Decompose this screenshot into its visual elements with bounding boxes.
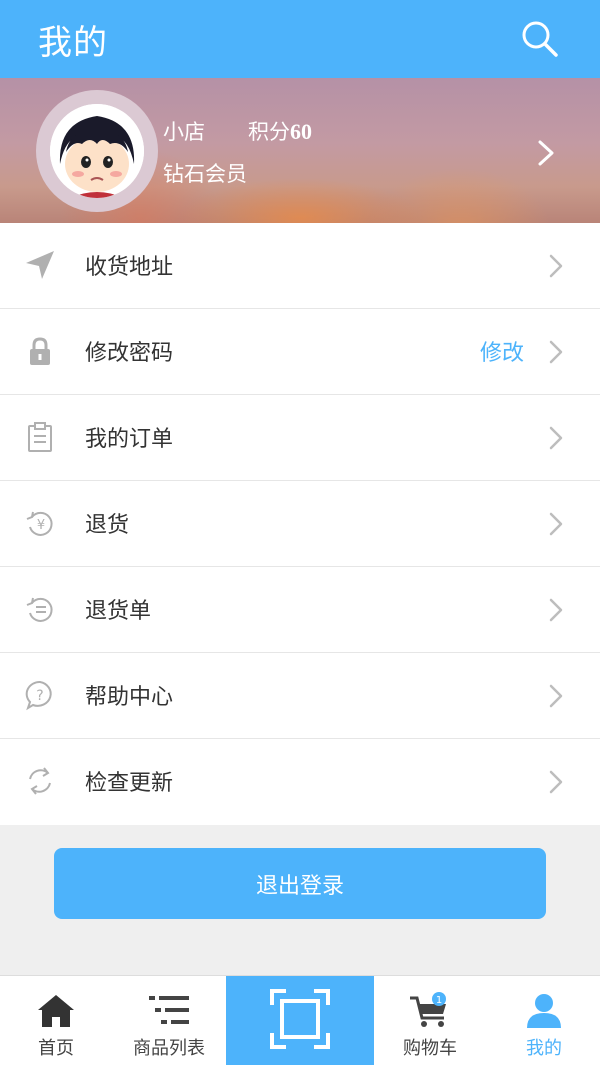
scan-icon	[268, 987, 332, 1055]
refund-yen-icon: ¥	[24, 507, 56, 539]
menu-item-label: 退货单	[85, 599, 152, 624]
location-arrow-icon	[24, 249, 56, 281]
avatar	[36, 90, 158, 212]
list-icon	[147, 992, 191, 1030]
top-bar: 我的	[0, 0, 600, 78]
tab-label: 我的	[526, 1038, 562, 1059]
menu-item-shipping-address[interactable]: 收货地址	[0, 223, 600, 309]
cartoon-girl-avatar	[50, 104, 144, 198]
chevron-right-icon	[546, 509, 566, 539]
tab-product-list[interactable]: 商品列表	[124, 976, 214, 1065]
settings-menu: 收货地址 修改密码 修改 我的订单 ¥ 退货 退货单 ? 帮助中心 检查更新	[0, 223, 600, 825]
user-icon	[522, 992, 566, 1030]
lock-icon	[24, 335, 56, 367]
menu-item-label: 检查更新	[85, 771, 174, 796]
menu-item-return[interactable]: ¥ 退货	[0, 481, 600, 567]
bottom-tab-bar: 首页 商品列表 1 购物车 我的	[0, 975, 600, 1065]
menu-item-label: 我的订单	[85, 427, 174, 452]
points-label: 积分	[248, 120, 290, 144]
change-password-link[interactable]: 修改	[480, 335, 524, 367]
chevron-right-icon	[546, 423, 566, 453]
chevron-right-icon	[534, 138, 558, 168]
tab-home[interactable]: 首页	[16, 976, 96, 1065]
logout-button[interactable]: 退出登录	[54, 848, 546, 919]
profile-points: 积分60	[248, 116, 312, 146]
points-value: 60	[290, 119, 312, 144]
cart-badge: 1	[436, 995, 442, 1006]
menu-item-my-orders[interactable]: 我的订单	[0, 395, 600, 481]
chevron-right-icon	[546, 337, 566, 367]
profile-banner[interactable]: 小店 积分60 钻石会员	[0, 78, 600, 223]
menu-item-label: 收货地址	[85, 255, 174, 280]
home-icon	[34, 992, 78, 1030]
menu-item-check-update[interactable]: 检查更新	[0, 739, 600, 825]
tab-cart[interactable]: 1 购物车	[392, 976, 468, 1065]
menu-item-change-password[interactable]: 修改密码 修改	[0, 309, 600, 395]
app-root: 我的 小店 积分60 钻石会员 收货地址 修改密码 修改 我的订单 ¥ 退货 退…	[0, 0, 600, 1065]
tab-label: 首页	[38, 1038, 74, 1059]
svg-text:?: ?	[36, 688, 43, 704]
tab-label: 商品列表	[133, 1038, 205, 1059]
member-level: 钻石会员	[163, 162, 247, 186]
cart-icon: 1	[408, 992, 452, 1030]
menu-item-return-list[interactable]: 退货单	[0, 567, 600, 653]
menu-item-help-center[interactable]: ? 帮助中心	[0, 653, 600, 739]
page-title: 我的	[38, 22, 108, 63]
chevron-right-icon	[546, 681, 566, 711]
svg-text:¥: ¥	[37, 518, 45, 533]
chevron-right-icon	[546, 595, 566, 625]
refresh-icon	[24, 765, 56, 797]
profile-name: 小店	[163, 120, 205, 144]
return-list-icon	[24, 593, 56, 625]
chevron-right-icon	[546, 767, 566, 797]
menu-item-label: 修改密码	[85, 341, 174, 366]
tab-label: 购物车	[403, 1038, 457, 1059]
clipboard-icon	[24, 421, 56, 453]
chevron-right-icon	[546, 251, 566, 281]
tab-scan[interactable]	[226, 976, 374, 1065]
search-icon[interactable]	[518, 17, 562, 61]
tab-mine[interactable]: 我的	[506, 976, 582, 1065]
menu-item-label: 帮助中心	[85, 685, 174, 710]
help-bubble-icon: ?	[24, 679, 56, 711]
menu-item-label: 退货	[85, 513, 130, 538]
